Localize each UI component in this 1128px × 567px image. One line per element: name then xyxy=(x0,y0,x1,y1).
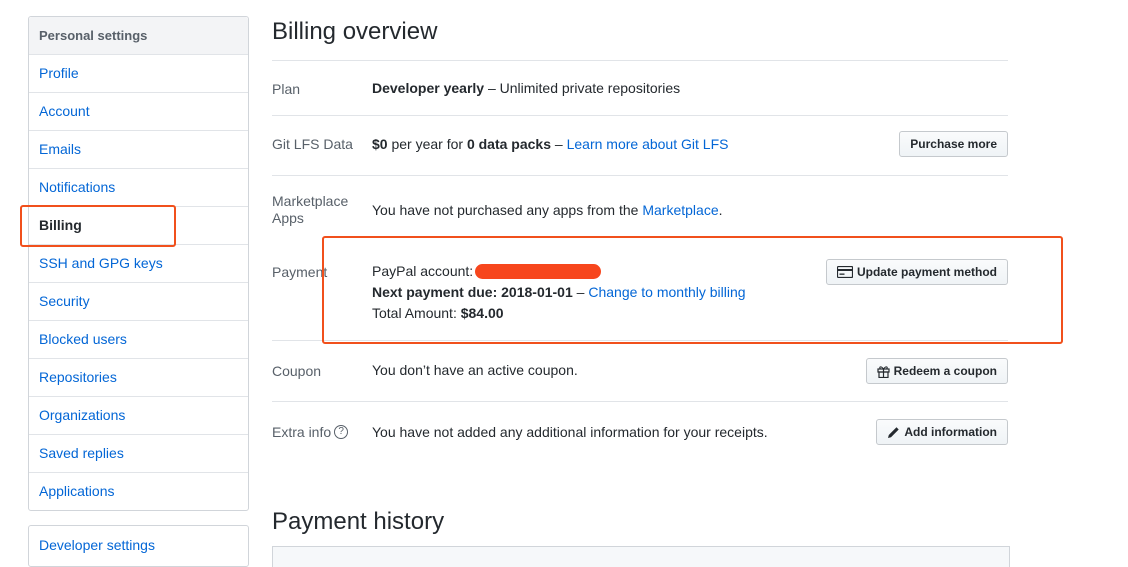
plan-value: Developer yearly – Unlimited private rep… xyxy=(372,78,680,99)
marketplace-label-line2: Apps xyxy=(272,210,304,226)
extra-info-text: You have not added any additional inform… xyxy=(372,424,768,440)
plan-sep: – xyxy=(484,80,500,96)
total-amount-label: Total Amount: xyxy=(372,305,461,321)
next-payment-sep: – xyxy=(572,284,589,300)
sidebar-item-organizations[interactable]: Organizations xyxy=(29,397,248,435)
update-payment-method-label: Update payment method xyxy=(856,265,997,279)
payment-label: Payment xyxy=(272,264,328,280)
marketplace-value: You have not purchased any apps from the… xyxy=(372,200,723,221)
sidebar-item-security[interactable]: Security xyxy=(29,283,248,321)
payment-details: PayPal account: Next payment due: 2018-0… xyxy=(372,261,746,324)
settings-sidebar: Personal settings Profile Account Emails… xyxy=(28,16,249,511)
marketplace-label-line1: Marketplace xyxy=(272,193,349,209)
payment-row: Payment PayPal account: Next payment due… xyxy=(272,239,1008,340)
sidebar-item-notifications[interactable]: Notifications xyxy=(29,169,248,207)
marketplace-label: Marketplace Apps xyxy=(272,193,348,227)
update-payment-method-button[interactable]: Update payment method xyxy=(825,259,1008,285)
payment-history-table xyxy=(272,546,1010,567)
total-amount-value: $84.00 xyxy=(460,305,504,321)
purchase-more-button[interactable]: Purchase more xyxy=(899,131,1008,157)
paypal-account-line: PayPal account: xyxy=(372,261,746,282)
sidebar-item-developer-settings[interactable]: Developer settings xyxy=(29,526,248,564)
pencil-icon xyxy=(888,426,900,438)
plan-row: Plan Developer yearly – Unlimited privat… xyxy=(272,60,1008,116)
sidebar-header: Personal settings xyxy=(29,17,248,55)
redeem-coupon-button[interactable]: Redeem a coupon xyxy=(865,358,1008,384)
lfs-text: per year for xyxy=(387,136,467,152)
sidebar-item-profile[interactable]: Profile xyxy=(29,55,248,93)
redacted-account xyxy=(475,263,602,279)
plan-label: Plan xyxy=(272,81,301,97)
question-icon[interactable]: ? xyxy=(334,425,349,440)
add-information-button[interactable]: Add information xyxy=(876,419,1008,445)
next-payment-line: Next payment due: 2018-01-01 – Change to… xyxy=(372,282,746,303)
extra-info-label-text: Extra info xyxy=(272,424,332,440)
next-payment-label: Next payment due: xyxy=(372,284,502,300)
lfs-packs: 0 data packs xyxy=(466,136,552,152)
lfs-row: Git LFS Data $0 per year for 0 data pack… xyxy=(272,115,1008,176)
lfs-label: Git LFS Data xyxy=(272,136,353,152)
sidebar-item-applications[interactable]: Applications xyxy=(29,473,248,510)
change-to-monthly-link[interactable]: Change to monthly billing xyxy=(588,284,745,300)
marketplace-text: You have not purchased any apps from the xyxy=(372,202,643,218)
sidebar-item-repositories[interactable]: Repositories xyxy=(29,359,248,397)
lfs-value: $0 per year for 0 data packs – Learn mor… xyxy=(372,134,728,155)
redeem-coupon-label: Redeem a coupon xyxy=(893,364,997,378)
plan-name: Developer yearly xyxy=(372,80,485,96)
purchase-more-label: Purchase more xyxy=(910,137,997,151)
extra-info-label: Extra info? xyxy=(272,424,349,441)
sidebar-item-saved-replies[interactable]: Saved replies xyxy=(29,435,248,473)
lfs-price: $0 xyxy=(372,136,388,152)
sidebar-item-emails[interactable]: Emails xyxy=(29,131,248,169)
gift-icon xyxy=(877,365,890,378)
credit-card-icon xyxy=(836,266,853,278)
plan-desc: Unlimited private repositories xyxy=(499,80,681,96)
lfs-sep: – xyxy=(551,136,567,152)
next-payment-date: 2018-01-01 xyxy=(501,284,573,300)
coupon-row: Coupon You don’t have an active coupon. … xyxy=(272,340,1008,402)
payment-history-title: Payment history xyxy=(272,508,445,535)
marketplace-period: . xyxy=(718,202,723,218)
coupon-text: You don’t have an active coupon. xyxy=(372,362,578,378)
paypal-account-label: PayPal account: xyxy=(372,263,474,279)
sidebar-item-billing[interactable]: Billing xyxy=(29,207,248,245)
page-title: Billing overview xyxy=(272,18,438,45)
sidebar-item-ssh-gpg-keys[interactable]: SSH and GPG keys xyxy=(29,245,248,283)
marketplace-row: Marketplace Apps You have not purchased … xyxy=(272,175,1008,240)
sidebar-item-blocked-users[interactable]: Blocked users xyxy=(29,321,248,359)
add-information-label: Add information xyxy=(904,425,997,439)
developer-settings-box: Developer settings xyxy=(28,525,249,567)
extra-info-row: Extra info? You have not added any addit… xyxy=(272,401,1008,462)
coupon-label: Coupon xyxy=(272,363,322,379)
marketplace-link[interactable]: Marketplace xyxy=(642,202,718,218)
sidebar-item-account[interactable]: Account xyxy=(29,93,248,131)
learn-more-lfs-link[interactable]: Learn more about Git LFS xyxy=(567,136,729,152)
total-amount-line: Total Amount: $84.00 xyxy=(372,303,746,324)
